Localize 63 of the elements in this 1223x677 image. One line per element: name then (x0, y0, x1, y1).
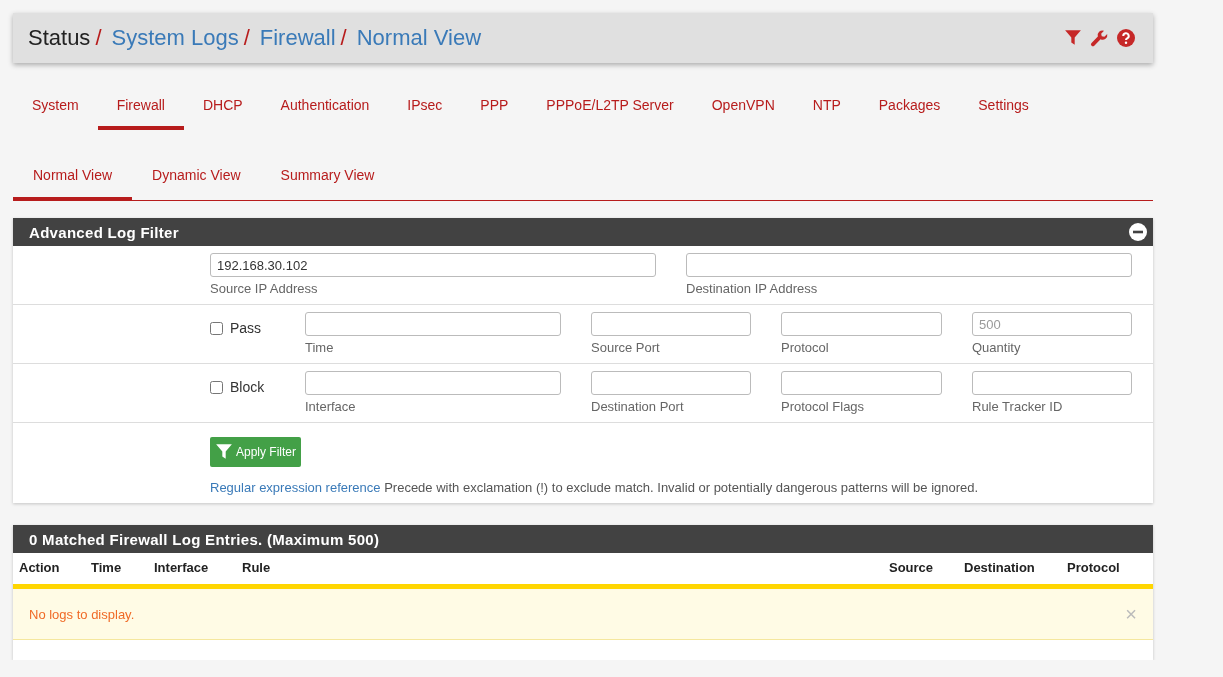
field-label: Protocol Flags (781, 399, 866, 414)
breadcrumb-separator: / (95, 25, 102, 51)
breadcrumb-separator: / (340, 25, 347, 51)
tab[interactable]: PPPoE/L2TP Server (527, 97, 693, 130)
apply-filter-button[interactable]: Apply Filter (210, 437, 302, 467)
checkbox[interactable] (210, 322, 223, 335)
filter-icon (215, 443, 233, 461)
input-field[interactable] (781, 312, 942, 336)
column-header: Time (91, 560, 123, 577)
tab[interactable]: Normal View (13, 167, 133, 201)
column-header: Interface (154, 560, 210, 577)
input-field[interactable] (686, 253, 1132, 277)
field-label: Destination IP Address (686, 281, 819, 296)
breadcrumb-link[interactable]: Normal View (356, 25, 482, 51)
column-header: Destination (964, 560, 1036, 577)
column-header: Protocol (1067, 560, 1121, 577)
panel-title: Advanced Log Filter (29, 223, 179, 241)
input-field[interactable] (781, 371, 942, 395)
breadcrumb-link[interactable]: Firewall (259, 25, 336, 51)
help-text: Regular expression reference Precede with exclamation (!) to exclude match. Invalid or potentially dangerous patterns will be ignored. (210, 480, 980, 495)
breadcrumb-separator: / (243, 25, 250, 51)
tab[interactable]: OpenVPN (692, 97, 794, 130)
tab[interactable]: Dynamic View (132, 167, 261, 201)
field-label: Quantity (972, 340, 1022, 355)
input-field[interactable]: 192.168.30.102 (210, 253, 656, 277)
field-label: Time (305, 340, 335, 355)
field-label: Rule Tracker ID (972, 399, 1064, 414)
page-title: Status (28, 25, 91, 51)
filter-icon[interactable] (1064, 29, 1082, 47)
wrench-icon[interactable] (1090, 28, 1109, 48)
field-label: Destination Port (591, 399, 685, 414)
input-field[interactable]: 500 (972, 312, 1132, 336)
input-field[interactable] (591, 371, 751, 395)
column-header: Rule (242, 560, 272, 577)
breadcrumb-link[interactable]: System Logs (111, 25, 239, 51)
tab[interactable]: Settings (959, 97, 1048, 130)
tab[interactable]: NTP (793, 97, 860, 130)
input-field[interactable] (305, 312, 561, 336)
tab[interactable]: IPsec (388, 97, 462, 130)
input-field[interactable] (591, 312, 751, 336)
tab[interactable]: DHCP (183, 97, 262, 130)
regex-reference-link[interactable]: Regular expression reference (210, 480, 381, 495)
field-label: Interface (305, 399, 357, 414)
checkbox[interactable] (210, 381, 223, 394)
column-header: Action (19, 560, 61, 577)
panel-title: 0 Matched Firewall Log Entries. (Maximum 500) (29, 530, 380, 548)
field-label: Source Port (591, 340, 661, 355)
tab[interactable]: Packages (859, 97, 960, 130)
alert-message: No logs to display. (29, 606, 135, 622)
column-header: Source (889, 560, 935, 577)
tab[interactable]: Summary View (260, 167, 395, 201)
input-field[interactable] (305, 371, 561, 395)
checkbox-label: Block (230, 379, 265, 395)
tab[interactable]: PPP (461, 97, 528, 130)
field-label: Source IP Address (210, 281, 319, 296)
tab[interactable]: System (13, 97, 98, 130)
input-field[interactable] (972, 371, 1132, 395)
field-label: Protocol (781, 340, 830, 355)
tab[interactable]: Firewall (97, 97, 184, 130)
help-icon[interactable] (1117, 29, 1135, 47)
checkbox-label: Pass (230, 320, 262, 336)
collapse-icon[interactable] (1129, 223, 1147, 241)
tab[interactable]: Authentication (261, 97, 389, 130)
